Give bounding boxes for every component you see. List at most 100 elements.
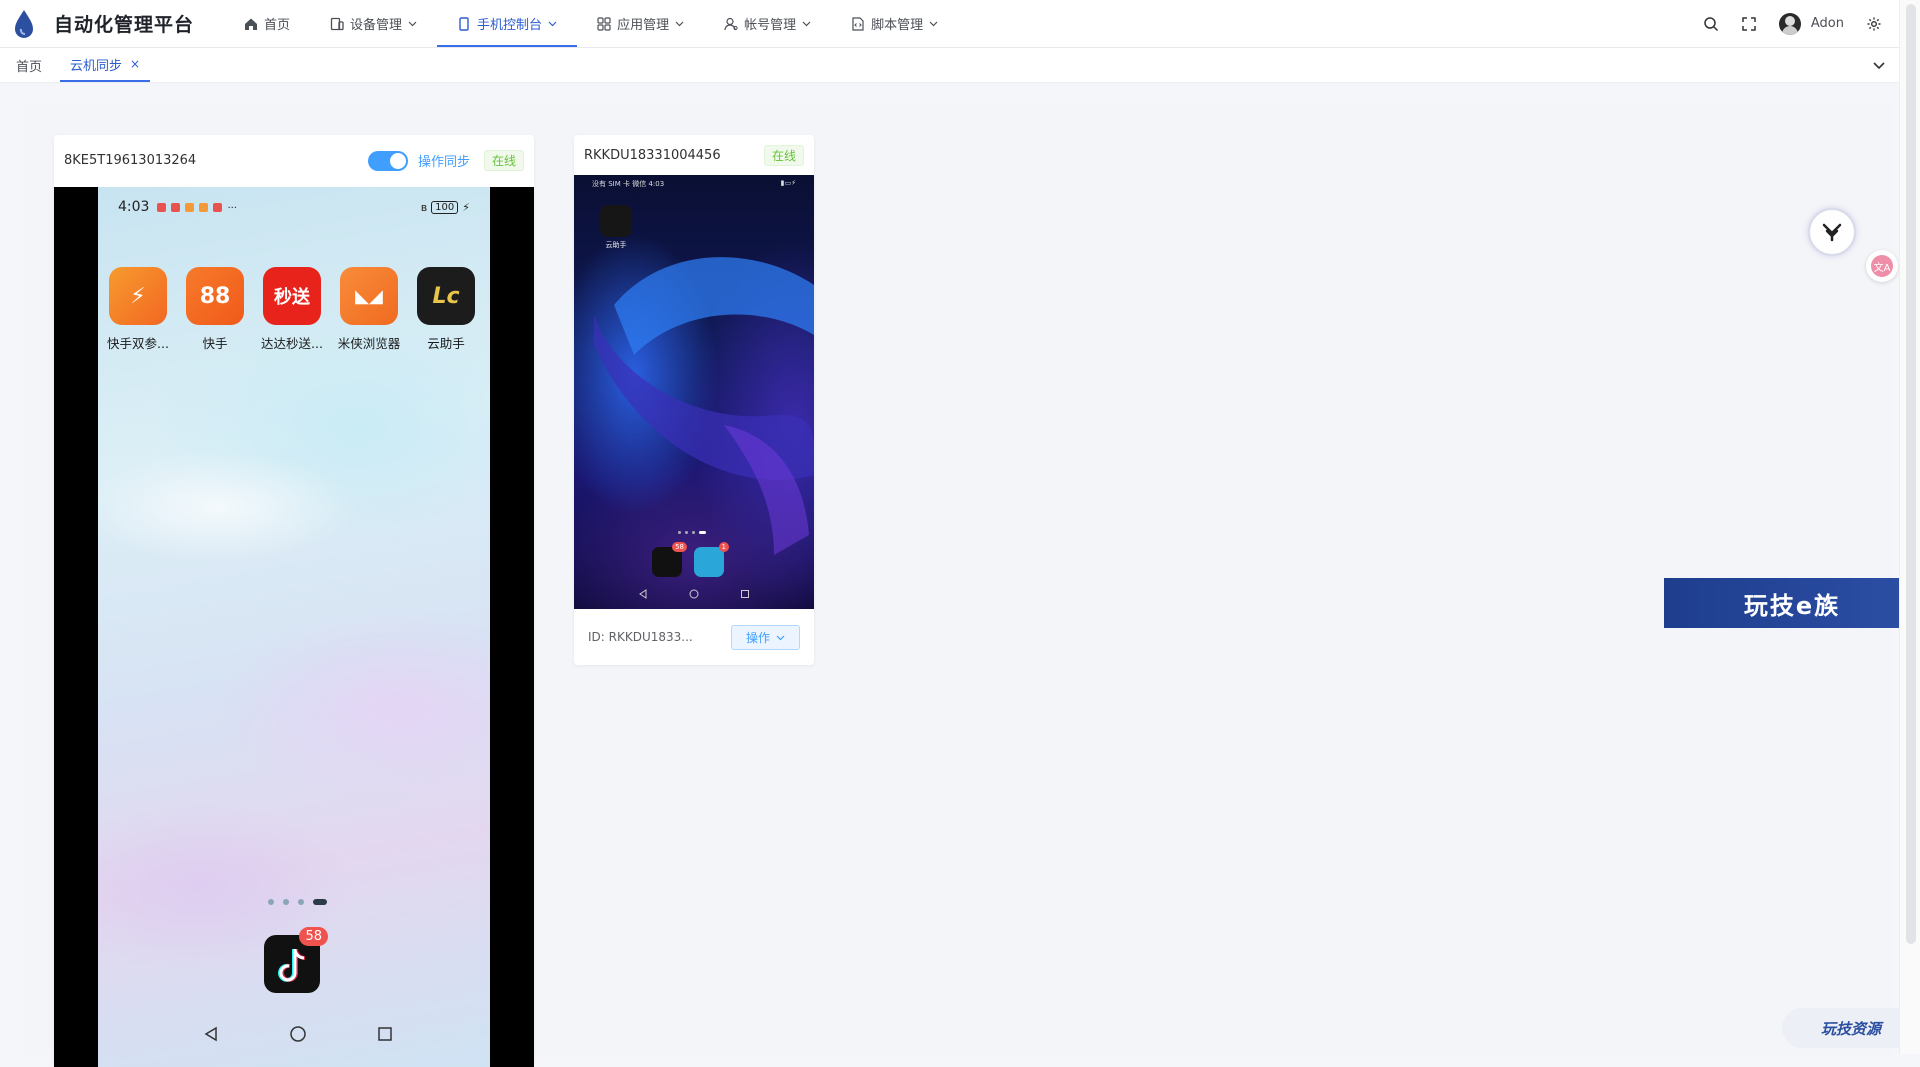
- nav-script-management[interactable]: 脚本管理: [831, 0, 958, 47]
- banner-text: 玩技e族: [1743, 591, 1841, 620]
- home-circle-icon[interactable]: [289, 1025, 307, 1043]
- device-screen[interactable]: 没有 SIM 卡 微信 4:03 ▮▭⚡ 云助手 58 1: [574, 175, 814, 609]
- chevron-down-icon: [929, 21, 938, 27]
- app-label: 快手: [202, 336, 228, 351]
- watermark-text: 玩技资源: [1820, 1019, 1881, 1038]
- dada-icon: 秒送: [263, 267, 321, 325]
- tabs-bar: 首页 云机同步 ×: [0, 48, 1900, 83]
- top-right-tools: Adon: [1703, 0, 1882, 47]
- tiktok-icon[interactable]: 58: [652, 542, 687, 577]
- phone-nav-bar: [203, 1025, 393, 1043]
- recents-icon[interactable]: [740, 589, 750, 599]
- scrollbar[interactable]: [1899, 0, 1920, 1054]
- search-icon[interactable]: [1703, 16, 1719, 32]
- home-circle-icon[interactable]: [689, 589, 699, 599]
- close-icon[interactable]: ×: [130, 57, 140, 71]
- phone-nav-bar: [638, 589, 750, 599]
- chevron-down-icon: [776, 635, 785, 640]
- top-navbar: 自动化管理平台 首页 设备管理 手机控制台 应用管理 帐号管理 脚本管理 Ado…: [0, 0, 1900, 48]
- app-dada[interactable]: 秒送 达达秒送...: [261, 267, 323, 352]
- translate-button[interactable]: 文A: [1866, 250, 1898, 282]
- sync-toggle[interactable]: [367, 150, 408, 171]
- status-badge: 在线: [763, 144, 804, 166]
- nav-home[interactable]: 首页: [224, 0, 310, 47]
- nav-account-management[interactable]: 帐号管理: [704, 0, 831, 47]
- page-indicator: [678, 531, 706, 534]
- tab-cloud-sync-label: 云机同步: [70, 58, 123, 74]
- app-cloud-assistant[interactable]: 云助手: [600, 205, 632, 250]
- nav-app-label: 应用管理: [617, 18, 670, 33]
- fullscreen-icon[interactable]: [1741, 16, 1757, 32]
- recents-icon[interactable]: [377, 1026, 393, 1042]
- dock-tiktok[interactable]: 58: [264, 927, 328, 993]
- nav-phone-label: 手机控制台: [477, 18, 543, 33]
- nav-phone-console[interactable]: 手机控制台: [437, 0, 578, 47]
- chevron-down-icon[interactable]: [1872, 58, 1886, 72]
- scrollbar-thumb[interactable]: [1906, 4, 1916, 944]
- chevron-down-icon: [802, 21, 811, 27]
- logo-drop-icon: [15, 9, 33, 38]
- nav-device-management[interactable]: 设备管理: [310, 0, 437, 47]
- nav-device-label: 设备管理: [350, 18, 403, 33]
- dock: 58 1: [652, 542, 729, 577]
- user-icon: [724, 17, 738, 30]
- app-title: 自动化管理平台: [54, 14, 195, 36]
- nav-account-label: 帐号管理: [744, 18, 797, 33]
- operation-dropdown-button[interactable]: 操作: [730, 624, 800, 650]
- tab-home[interactable]: 首页: [0, 48, 54, 82]
- device-card-1: 8KE5T19613013264 操作同步 在线 4:03 ··· ʙ 100 …: [54, 135, 534, 1067]
- phone-icon: [459, 16, 469, 31]
- floating-assistant-button[interactable]: [1808, 208, 1856, 256]
- assistant-logo-icon: [1822, 223, 1842, 242]
- nav-script-label: 脚本管理: [871, 18, 924, 33]
- cloud-assistant-icon: Lc: [417, 267, 475, 325]
- app-label: 云助手: [427, 336, 465, 351]
- phone-wallpaper: 4:03 ··· ʙ 100 ⚡ ⚡ 快手双参... 88 快手 秒送 达达秒送…: [98, 187, 490, 1067]
- mixia-browser-icon: ◣◢: [340, 267, 398, 325]
- battery-icon: 100: [431, 200, 459, 214]
- device-card-2: RKKDU18331004456 在线 没有 SIM 卡 微信 4:03 ▮▭⚡…: [574, 135, 814, 665]
- kuaishou-icon: 88: [186, 267, 244, 325]
- app-kuaishou-dual[interactable]: ⚡ 快手双参...: [107, 267, 169, 352]
- chevron-down-icon: [675, 21, 684, 27]
- apps-grid-icon: [597, 16, 611, 31]
- app-label: 快手双参...: [107, 336, 169, 351]
- notification-badge: 58: [299, 927, 328, 946]
- device-short-id: ID: RKKDU1833...: [588, 630, 693, 644]
- app-mixia-browser[interactable]: ◣◢ 米侠浏览器: [337, 267, 401, 352]
- avatar: [1778, 12, 1801, 35]
- ad-banner[interactable]: 玩技e族: [1664, 578, 1920, 628]
- device-screen[interactable]: 4:03 ··· ʙ 100 ⚡ ⚡ 快手双参... 88 快手 秒送 达达秒送…: [54, 187, 534, 1067]
- app-label: 达达秒送...: [261, 336, 323, 351]
- phone-status-right: ʙ 100 ⚡: [421, 200, 470, 214]
- device-card-header: 8KE5T19613013264 操作同步 在线: [54, 135, 534, 186]
- user-name: Adon: [1810, 16, 1844, 31]
- back-icon[interactable]: [638, 589, 648, 599]
- device-card-header: RKKDU18331004456 在线: [574, 135, 814, 175]
- app-label: 米侠浏览器: [337, 336, 401, 351]
- chevron-down-icon: [548, 21, 557, 27]
- gear-icon[interactable]: [1866, 16, 1882, 32]
- status-left-text: 没有 SIM 卡 微信 4:03: [592, 180, 665, 188]
- chat-icon[interactable]: 1: [694, 542, 729, 577]
- app-kuaishou[interactable]: 88 快手: [185, 267, 245, 352]
- device-icon: [330, 17, 344, 30]
- operation-label: 操作: [745, 630, 770, 645]
- page-indicator: [268, 899, 327, 905]
- notification-icons: ···: [157, 202, 237, 214]
- user-menu[interactable]: Adon: [1778, 12, 1844, 35]
- status-badge: 在线: [483, 150, 524, 171]
- app-cloud-assistant[interactable]: Lc 云助手: [416, 267, 476, 352]
- battery-icon: ▮▭⚡: [780, 179, 796, 187]
- tab-cloud-sync[interactable]: 云机同步 ×: [60, 48, 151, 82]
- back-icon[interactable]: [203, 1026, 219, 1042]
- tab-home-label: 首页: [16, 59, 43, 75]
- cloud-assistant-icon: [600, 205, 632, 237]
- sync-label: 操作同步: [417, 155, 470, 170]
- charging-icon: ⚡: [462, 200, 470, 214]
- main-nav: 首页 设备管理 手机控制台 应用管理 帐号管理 脚本管理: [224, 0, 958, 47]
- nav-app-management[interactable]: 应用管理: [577, 0, 704, 47]
- phone-time: 4:03: [118, 199, 150, 215]
- notification-badge: 1: [718, 542, 729, 552]
- chevron-down-icon: [408, 21, 417, 27]
